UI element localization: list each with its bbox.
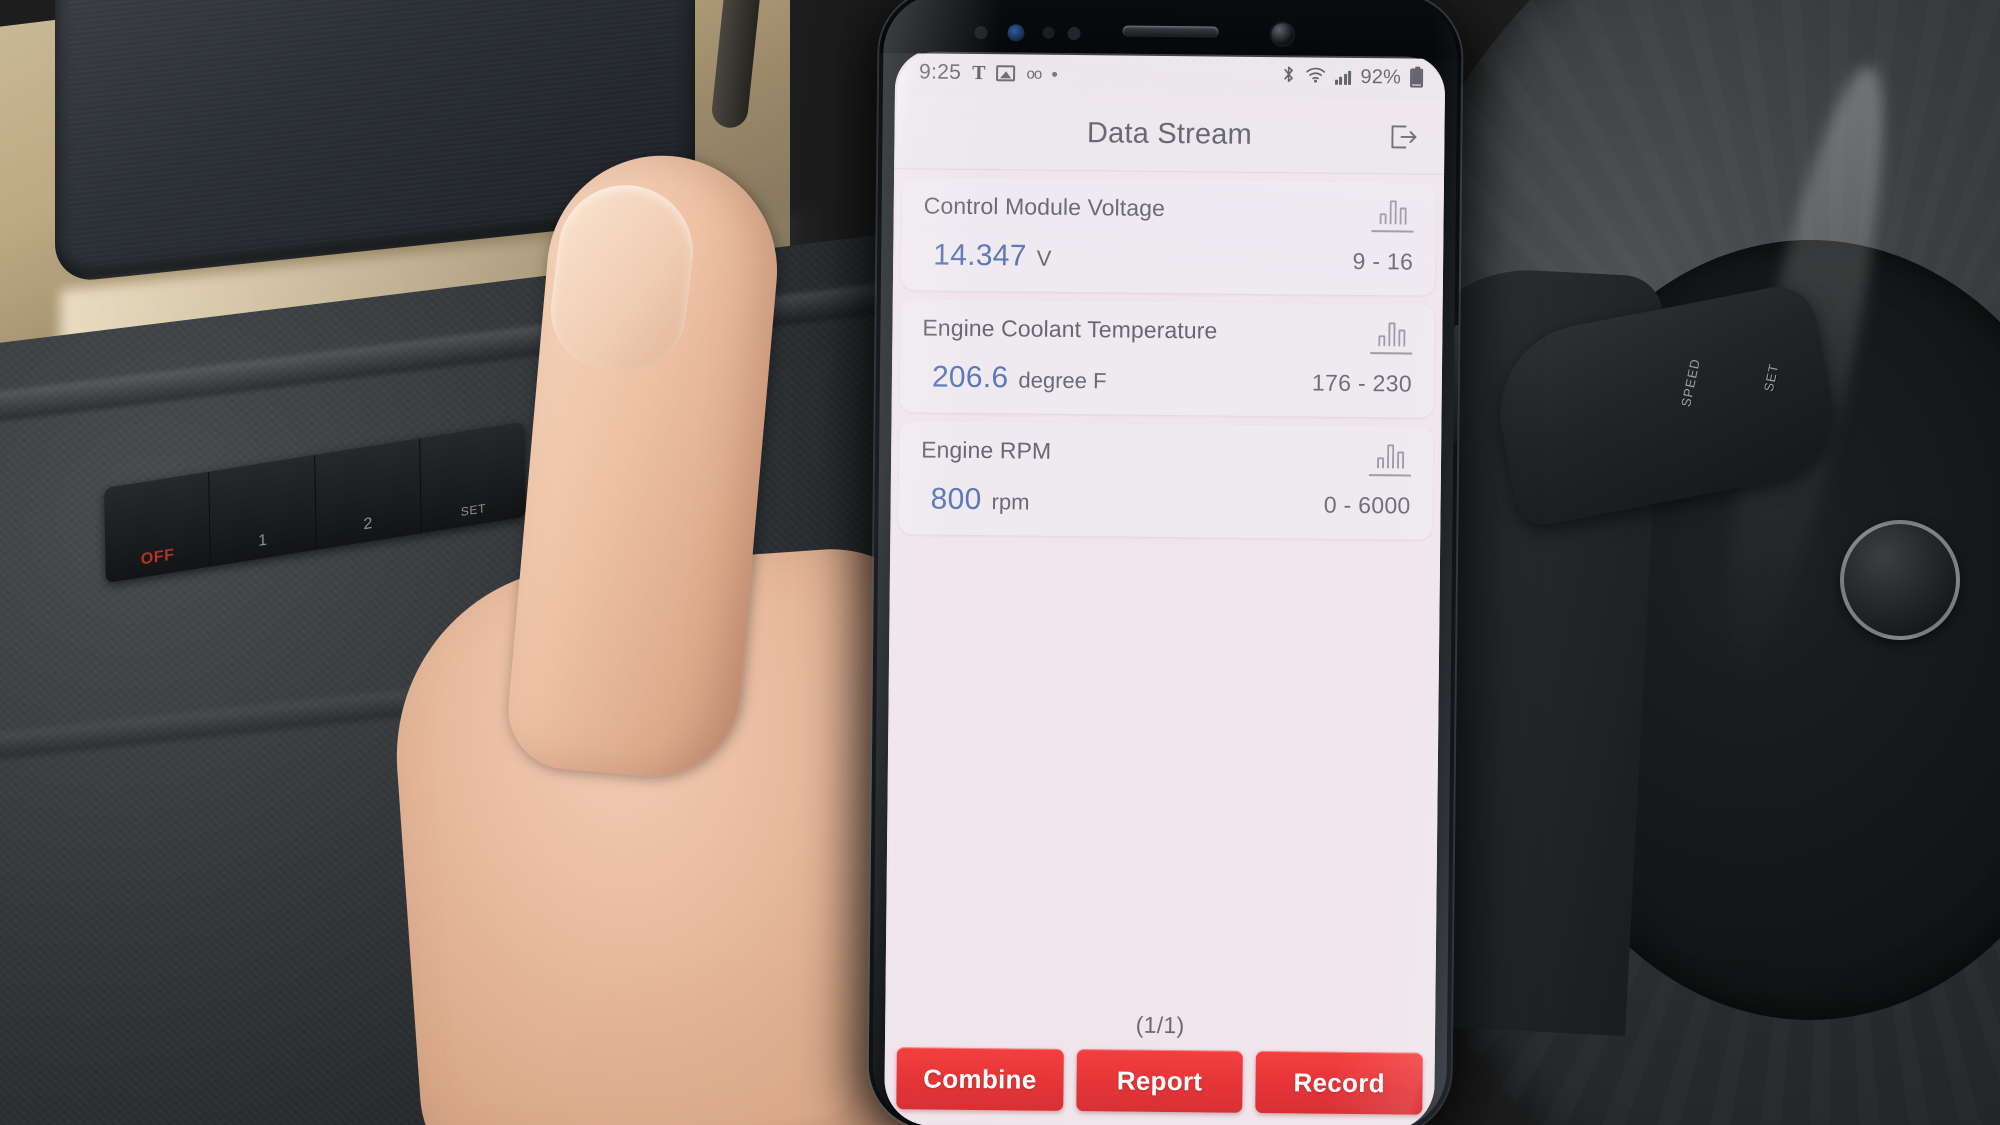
bar-chart-icon[interactable] — [1370, 320, 1413, 355]
memory-seat-label-1: 1 — [258, 531, 268, 550]
pid-range: 0 - 6000 — [1323, 491, 1411, 519]
bar-chart-icon[interactable] — [1368, 442, 1412, 477]
pid-card-header: Control Module Voltage — [923, 192, 1414, 233]
pid-value-group: 14.347 V — [933, 239, 1052, 274]
battery-icon — [1409, 68, 1424, 88]
status-bar-left: 9:25 T oo — [918, 60, 1058, 85]
wifi-icon — [1305, 65, 1326, 87]
light-sensor — [1042, 26, 1055, 39]
app-header: Data Stream — [894, 95, 1445, 175]
smartphone: 9:25 T oo 92% Data Stream Control Module… — [868, 0, 1462, 1125]
text-format-icon: T — [972, 61, 986, 85]
pid-card-values: 206.6 degree F 176 - 230 — [922, 360, 1412, 399]
page-title: Data Stream — [1086, 117, 1253, 151]
data-stream-list[interactable]: Control Module Voltage 14.347 V 9 - 16 E… — [885, 169, 1445, 1009]
pid-name: Control Module Voltage — [923, 192, 1166, 221]
report-button[interactable]: Report — [1075, 1049, 1244, 1113]
bar-chart-icon[interactable] — [1371, 198, 1414, 233]
pid-card-values: 14.347 V 9 - 16 — [923, 238, 1413, 277]
pid-value-group: 206.6 degree F — [932, 361, 1107, 397]
pid-value: 206.6 — [931, 360, 1009, 395]
combine-button[interactable]: Combine — [896, 1047, 1064, 1111]
status-time: 9:25 — [918, 60, 962, 84]
action-button-row: Combine Report Record — [896, 1047, 1423, 1115]
memory-seat-label-2: 2 — [363, 514, 374, 534]
image-icon — [996, 65, 1016, 82]
pid-value: 14.347 — [933, 238, 1027, 273]
pid-name: Engine Coolant Temperature — [922, 314, 1218, 344]
dot-icon — [1052, 71, 1058, 77]
memory-seat-button-set: SET — [419, 421, 526, 534]
pid-card-engine-rpm[interactable]: Engine RPM 800 rpm 0 - 6000 — [898, 421, 1434, 540]
front-camera — [1271, 23, 1294, 46]
pid-unit: degree F — [1018, 367, 1107, 394]
footer: (1/1) Combine Report Record — [884, 1003, 1436, 1125]
bluetooth-icon — [1281, 64, 1296, 88]
page-indicator: (1/1) — [1135, 1011, 1185, 1039]
exit-icon[interactable] — [1384, 120, 1422, 154]
memory-seat-label-off: OFF — [140, 546, 175, 569]
pid-range: 176 - 230 — [1311, 369, 1413, 397]
signal-icon — [1334, 69, 1352, 85]
pid-unit: V — [1036, 245, 1052, 271]
pid-value: 800 — [930, 482, 982, 517]
pid-name: Engine RPM — [921, 436, 1052, 464]
voicemail-icon: oo — [1026, 65, 1042, 83]
pid-unit: rpm — [991, 489, 1030, 515]
memory-seat-button-off: OFF — [104, 471, 212, 584]
memory-seat-button-1: 1 — [209, 455, 317, 567]
pid-card-engine-coolant-temperature[interactable]: Engine Coolant Temperature 206.6 degree … — [899, 299, 1435, 418]
phone-screen: 9:25 T oo 92% Data Stream Control Module… — [884, 49, 1446, 1125]
status-bar-right: 92% — [1281, 64, 1424, 89]
iris-scanner — [1007, 24, 1025, 42]
pid-value-group: 800 rpm — [930, 483, 1029, 518]
earpiece-speaker — [1122, 25, 1219, 38]
pid-card-control-module-voltage[interactable]: Control Module Voltage 14.347 V 9 - 16 — [900, 177, 1436, 296]
memory-seat-label-set: SET — [460, 501, 487, 519]
pid-range: 9 - 16 — [1352, 247, 1414, 275]
pid-card-values: 800 rpm 0 - 6000 — [920, 482, 1410, 521]
pid-card-header: Engine RPM — [921, 436, 1412, 477]
battery-percent-label: 92% — [1360, 65, 1402, 88]
steering-wheel-control-button — [1840, 520, 1960, 640]
memory-seat-button-2: 2 — [314, 438, 422, 550]
proximity-sensor — [974, 25, 988, 40]
led-indicator — [1067, 26, 1081, 41]
pid-card-header: Engine Coolant Temperature — [922, 314, 1413, 355]
record-button[interactable]: Record — [1255, 1050, 1423, 1115]
car-interior-scene: OFF 1 2 SET SET SPEED 9:25 T oo 92% Data… — [0, 0, 2000, 1125]
